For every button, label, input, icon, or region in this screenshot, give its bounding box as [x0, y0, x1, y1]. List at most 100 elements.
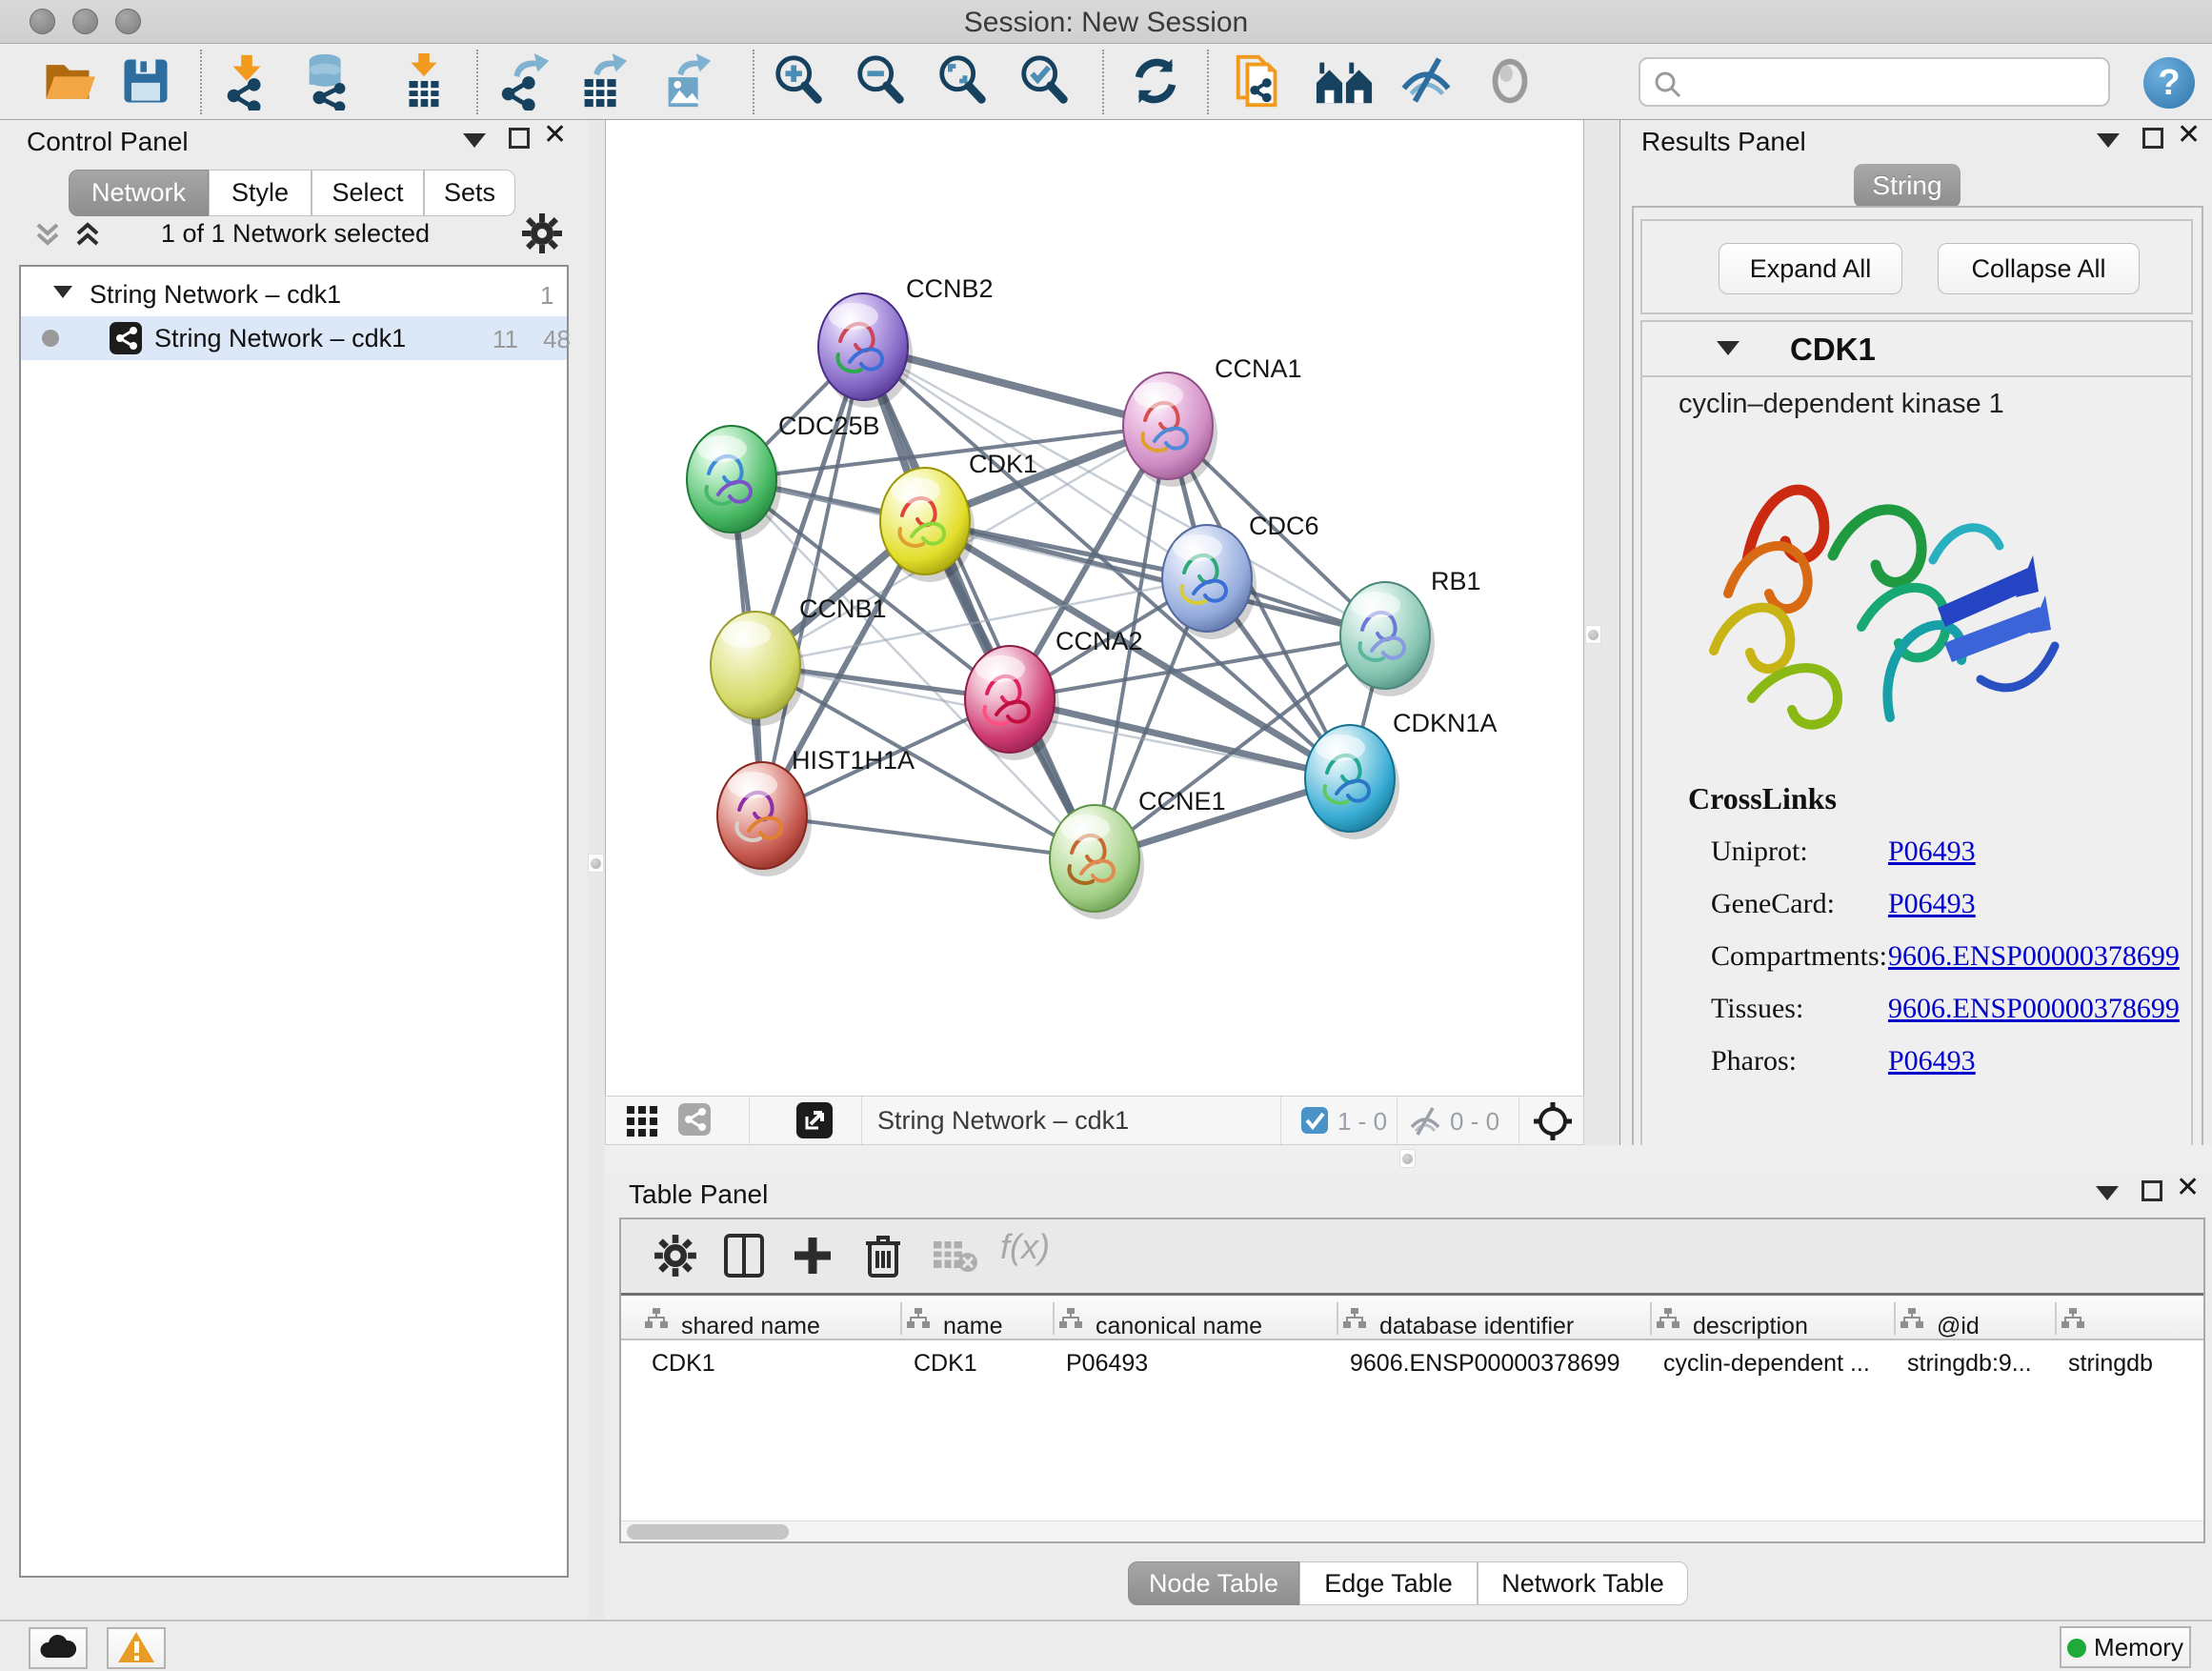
network-canvas[interactable]: CCNB2CCNA1CDC25BCDK1CDC6RB1CCNB1CCNA2CDK… [605, 120, 1584, 1096]
show-columns-button[interactable] [716, 1229, 772, 1284]
add-column-button[interactable] [785, 1229, 840, 1284]
save-session-button[interactable] [114, 51, 177, 112]
pharos-link[interactable]: P06493 [1888, 1045, 1976, 1077]
protein-collapse-icon[interactable] [1717, 341, 1739, 355]
hidden-eye-slash-icon[interactable] [1408, 1106, 1442, 1137]
network-edge[interactable] [1010, 699, 1350, 778]
function-builder-button[interactable]: f(x) [1000, 1227, 1050, 1267]
network-collection-row[interactable]: String Network – cdk1 1 [21, 272, 567, 316]
open-in-window-icon[interactable] [796, 1102, 833, 1138]
table-panel-close-icon[interactable]: ✕ [2176, 1178, 2200, 1198]
tab-string[interactable]: String [1854, 164, 1961, 208]
column-header-name[interactable]: name [902, 1299, 1055, 1339]
tab-node-table[interactable]: Node Table [1128, 1561, 1299, 1605]
collection-expand-icon[interactable] [53, 286, 72, 298]
node-label: CCNB2 [906, 274, 994, 303]
results-panel-float-icon[interactable] [2097, 133, 2120, 148]
fit-content-crosshair-icon[interactable] [1532, 1100, 1574, 1142]
show-panel-button[interactable] [1478, 51, 1541, 112]
right-splitter-handle[interactable] [1585, 625, 1601, 644]
open-folder-icon [38, 52, 97, 110]
tab-sets[interactable]: Sets [424, 170, 515, 216]
network-node[interactable]: CDKN1A [1305, 709, 1498, 839]
network-edge[interactable] [762, 815, 1095, 858]
node-label: CCNA1 [1215, 354, 1302, 383]
tab-select[interactable]: Select [312, 170, 424, 216]
warnings-button[interactable] [107, 1627, 166, 1669]
uniprot-link[interactable]: P06493 [1888, 836, 1976, 867]
protein-description: cyclin–dependent kinase 1 [1679, 389, 2004, 420]
expand-all-button[interactable]: Expand All [1719, 243, 1902, 294]
export-network-icon [495, 51, 554, 111]
zoom-fit-button[interactable] [932, 51, 995, 112]
homes-button[interactable] [1313, 51, 1376, 112]
selected-checkbox[interactable] [1301, 1107, 1328, 1134]
table-settings-button[interactable] [648, 1229, 703, 1284]
hide-panel-button[interactable] [1395, 51, 1458, 112]
column-header-canonical-name[interactable]: canonical name [1055, 1299, 1338, 1339]
horizontal-splitter[interactable] [605, 1145, 2212, 1174]
open-session-button[interactable] [36, 51, 99, 112]
compartments-link[interactable]: 9606.ENSP00000378699 [1888, 940, 2180, 972]
network-node[interactable]: CDC6 [1162, 512, 1319, 639]
tab-network-table[interactable]: Network Table [1478, 1561, 1688, 1605]
column-header-namespac[interactable]: namespac [2057, 1299, 2202, 1339]
network-share-icon[interactable] [678, 1103, 711, 1136]
tab-network[interactable]: Network [69, 170, 209, 216]
tab-edge-table[interactable]: Edge Table [1299, 1561, 1478, 1605]
network-options-gear-icon[interactable] [522, 213, 562, 253]
column-header--id[interactable]: @id [1896, 1299, 2057, 1339]
control-panel-maximize-icon[interactable] [509, 128, 530, 149]
memory-button[interactable]: Memory [2060, 1626, 2191, 1668]
network-node[interactable]: CCNB2 [818, 274, 994, 408]
grid-view-icon[interactable] [627, 1106, 659, 1137]
share-document-button[interactable] [1229, 51, 1292, 112]
import-database-button[interactable] [297, 51, 360, 112]
network-row[interactable]: String Network – cdk1 11 48 [21, 316, 567, 360]
control-panel-float-icon[interactable] [463, 133, 486, 148]
import-network-button[interactable] [215, 51, 278, 112]
network-node[interactable]: CCNB1 [711, 594, 887, 726]
table-panel-maximize-icon[interactable] [2142, 1180, 2162, 1201]
table-panel-float-icon[interactable] [2096, 1186, 2119, 1200]
column-type-icon [906, 1307, 931, 1330]
column-header-description[interactable]: description [1652, 1299, 1896, 1339]
tissues-link[interactable]: 9606.ENSP00000378699 [1888, 993, 2180, 1024]
app-store-button[interactable] [29, 1627, 88, 1669]
search-input[interactable] [1690, 63, 2100, 101]
table-hscrollbar-thumb[interactable] [627, 1524, 789, 1540]
export-image-button[interactable] [655, 51, 718, 112]
collapse-all-button[interactable]: Collapse All [1938, 243, 2140, 294]
genecard-link[interactable]: P06493 [1888, 888, 1976, 919]
control-panel-close-icon[interactable]: ✕ [543, 125, 567, 146]
zoom-in-button[interactable] [768, 51, 831, 112]
results-panel-maximize-icon[interactable] [2142, 128, 2163, 149]
table-row[interactable]: CDK1CDK1P064939606.ENSP00000378699cyclin… [621, 1342, 2203, 1384]
left-splitter-handle[interactable] [588, 854, 604, 873]
network-node[interactable]: CCNE1 [1050, 787, 1226, 919]
expand-all-chevron-icon[interactable] [70, 219, 105, 250]
protein-card-header[interactable]: CDK1 [1642, 322, 2191, 377]
column-header-database-identifier[interactable]: database identifier [1338, 1299, 1652, 1339]
network-view-toolbar: String Network – cdk1 1 - 0 0 - 0 [605, 1096, 1584, 1145]
export-network-button[interactable] [493, 51, 556, 112]
table-hscrollbar[interactable] [621, 1520, 2203, 1541]
horizontal-splitter-handle[interactable] [1399, 1149, 1416, 1168]
export-table-button[interactable] [572, 51, 634, 112]
delete-column-button[interactable] [855, 1229, 911, 1284]
zoom-out-button[interactable] [850, 51, 913, 112]
table-cell: CDK1 [652, 1350, 898, 1378]
left-splitter[interactable] [588, 120, 605, 1620]
collapse-all-chevron-icon[interactable] [30, 219, 65, 250]
refresh-button[interactable] [1124, 51, 1187, 112]
help-button[interactable]: ? [2143, 57, 2195, 109]
results-panel-close-icon[interactable]: ✕ [2177, 125, 2201, 146]
delete-table-button[interactable] [928, 1229, 983, 1284]
network-node[interactable]: HIST1H1A [717, 746, 915, 876]
column-header-shared-name[interactable]: shared name [640, 1299, 902, 1339]
zoom-selected-button[interactable] [1014, 51, 1076, 112]
tab-style[interactable]: Style [209, 170, 312, 216]
network-node[interactable]: RB1 [1340, 567, 1481, 696]
node-label: CCNB1 [799, 594, 887, 623]
import-table-button[interactable] [392, 51, 455, 112]
